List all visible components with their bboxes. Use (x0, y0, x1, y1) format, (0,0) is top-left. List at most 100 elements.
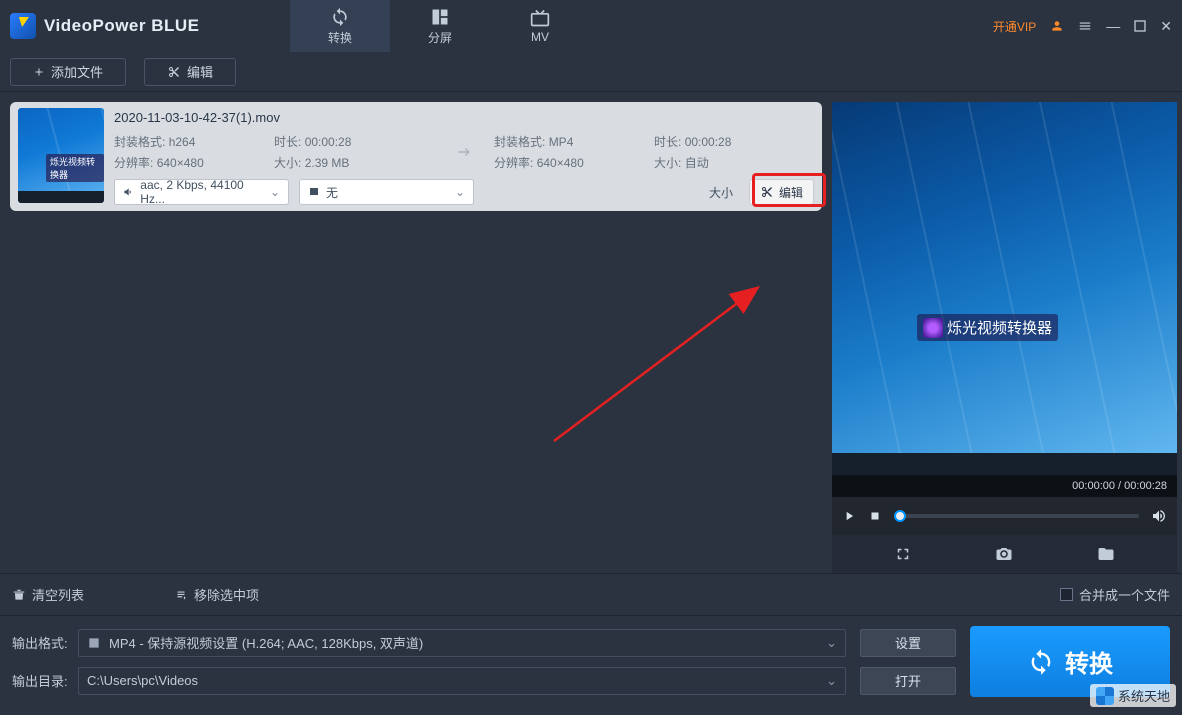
refresh-icon (1027, 648, 1055, 676)
tab-split[interactable]: 分屏 (390, 0, 490, 52)
chevron-down-icon: ⌄ (455, 185, 465, 199)
vip-link[interactable]: 开通VIP (993, 18, 1036, 35)
settings-button[interactable]: 设置 (860, 629, 956, 657)
main-tabs: 转换 分屏 MV (290, 0, 590, 52)
audio-track-label: aac, 2 Kbps, 44100 Hz... (140, 178, 264, 206)
main-area: 烁光视频转换器 2020-11-03-10-42-37(1).mov 封装格式:… (0, 92, 1182, 573)
fullscreen-icon[interactable] (894, 545, 912, 563)
src-resolution: 分辨率: 640×480 (114, 154, 274, 171)
convert-arrow-icon (434, 143, 494, 161)
app-logo-icon (10, 13, 36, 39)
subtitle-label: 无 (326, 184, 338, 201)
subtitle-icon (308, 186, 320, 198)
clear-icon (12, 588, 26, 602)
open-button[interactable]: 打开 (860, 667, 956, 695)
remove-selected-button[interactable]: 移除选中项 (174, 585, 259, 604)
tab-mv-label: MV (531, 30, 549, 44)
preview-pane: 烁光视频转换器 00:00:00 / 00:00:28 (832, 102, 1177, 573)
dst-format: 封装格式: MP4 (494, 133, 654, 150)
watermark-text: 系统天地 (1118, 686, 1170, 705)
maximize-button[interactable] (1134, 20, 1146, 32)
format-icon (87, 636, 101, 650)
titlebar: VideoPower BLUE 转换 分屏 MV 开通VIP — ✕ (0, 0, 1182, 52)
output-format-select[interactable]: MP4 - 保持源视频设置 (H.264; AAC, 128Kbps, 双声道)… (78, 629, 846, 657)
preview-watermark: 烁光视频转换器 (917, 314, 1058, 341)
time-display: 00:00:00 / 00:00:28 (832, 475, 1177, 497)
src-duration: 时长: 00:00:28 (274, 133, 434, 150)
merge-label: 合并成一个文件 (1079, 585, 1170, 604)
output-format-row: 输出格式: MP4 - 保持源视频设置 (H.264; AAC, 128Kbps… (12, 629, 846, 657)
chevron-down-icon: ⌄ (826, 635, 837, 651)
chevron-down-icon: ⌄ (826, 673, 837, 689)
file-thumbnail[interactable]: 烁光视频转换器 (18, 108, 104, 203)
playback-controls (832, 497, 1177, 535)
output-dir-row: 输出目录: C:\Users\pc\Videos ⌄ (12, 667, 846, 695)
page-watermark: 系统天地 (1090, 684, 1176, 707)
file-name: 2020-11-03-10-42-37(1).mov (114, 108, 814, 125)
clear-list-label: 清空列表 (32, 585, 84, 604)
remove-selected-label: 移除选中项 (194, 585, 259, 604)
list-toolbar: 清空列表 移除选中项 合并成一个文件 (0, 573, 1182, 615)
play-icon[interactable] (842, 509, 856, 523)
add-file-label: 添加文件 (51, 62, 103, 81)
tab-split-label: 分屏 (428, 29, 452, 46)
output-format-label: 输出格式: (12, 633, 70, 652)
preview-watermark-icon (923, 318, 943, 338)
merge-checkbox[interactable]: 合并成一个文件 (1060, 585, 1170, 604)
dst-resolution: 分辨率: 640×480 (494, 154, 654, 171)
tv-icon (529, 8, 551, 28)
preview-taskbar (832, 453, 1177, 475)
plus-icon (33, 66, 45, 78)
watermark-icon (1096, 687, 1114, 705)
file-meta: 封装格式: h264 时长: 00:00:28 封装格式: MP4 时长: 00… (114, 133, 814, 171)
src-format: 封装格式: h264 (114, 133, 274, 150)
clear-list-button[interactable]: 清空列表 (12, 585, 84, 604)
output-format-value: MP4 - 保持源视频设置 (H.264; AAC, 128Kbps, 双声道) (109, 633, 423, 652)
add-file-button[interactable]: 添加文件 (10, 58, 126, 86)
remove-icon (174, 588, 188, 602)
dst-size: 大小: 自动 (654, 154, 814, 171)
progress-slider[interactable] (894, 514, 1139, 518)
toolbar: 添加文件 编辑 (0, 52, 1182, 92)
chevron-down-icon: ⌄ (270, 185, 280, 199)
preview-tools (832, 535, 1177, 573)
annotation-arrow (544, 281, 784, 451)
size-button[interactable]: 大小 (703, 179, 739, 205)
volume-icon[interactable] (1151, 508, 1167, 524)
minimize-button[interactable]: — (1106, 18, 1120, 34)
output-dir-field[interactable]: C:\Users\pc\Videos ⌄ (78, 667, 846, 695)
audio-track-select[interactable]: aac, 2 Kbps, 44100 Hz... ⌄ (114, 179, 289, 205)
edit-button[interactable]: 编辑 (144, 58, 236, 86)
stop-icon[interactable] (868, 509, 882, 523)
preview-watermark-text: 烁光视频转换器 (947, 317, 1052, 338)
tab-convert-label: 转换 (328, 29, 352, 46)
footer: 输出格式: MP4 - 保持源视频设置 (H.264; AAC, 128Kbps… (0, 615, 1182, 707)
user-icon[interactable] (1050, 19, 1064, 33)
file-card[interactable]: 烁光视频转换器 2020-11-03-10-42-37(1).mov 封装格式:… (10, 102, 822, 211)
folder-icon[interactable] (1097, 545, 1115, 563)
output-dir-value: C:\Users\pc\Videos (87, 673, 198, 688)
scissors-icon (167, 66, 181, 78)
thumb-watermark: 烁光视频转换器 (46, 154, 104, 182)
preview-video[interactable]: 烁光视频转换器 (832, 102, 1177, 475)
dst-duration: 时长: 00:00:28 (654, 133, 814, 150)
menu-icon[interactable] (1078, 19, 1092, 33)
thumb-taskbar (18, 191, 104, 203)
split-screen-icon (429, 7, 451, 27)
file-selectors: aac, 2 Kbps, 44100 Hz... ⌄ 无 ⌄ 大小 编辑 (114, 179, 814, 205)
tab-convert[interactable]: 转换 (290, 0, 390, 52)
logo-area: VideoPower BLUE (10, 13, 290, 39)
edit-label: 编辑 (187, 62, 213, 81)
checkbox-icon[interactable] (1060, 588, 1073, 601)
time-total: 00:00:28 (1124, 480, 1167, 492)
app-title: VideoPower BLUE (44, 16, 200, 36)
subtitle-select[interactable]: 无 ⌄ (299, 179, 474, 205)
src-size: 大小: 2.39 MB (274, 154, 434, 171)
camera-icon[interactable] (995, 545, 1013, 563)
speaker-icon (123, 186, 134, 198)
convert-label: 转换 (1065, 644, 1113, 679)
close-button[interactable]: ✕ (1160, 18, 1172, 35)
tab-mv[interactable]: MV (490, 0, 590, 52)
file-list: 烁光视频转换器 2020-11-03-10-42-37(1).mov 封装格式:… (0, 92, 832, 573)
progress-knob[interactable] (894, 510, 906, 522)
